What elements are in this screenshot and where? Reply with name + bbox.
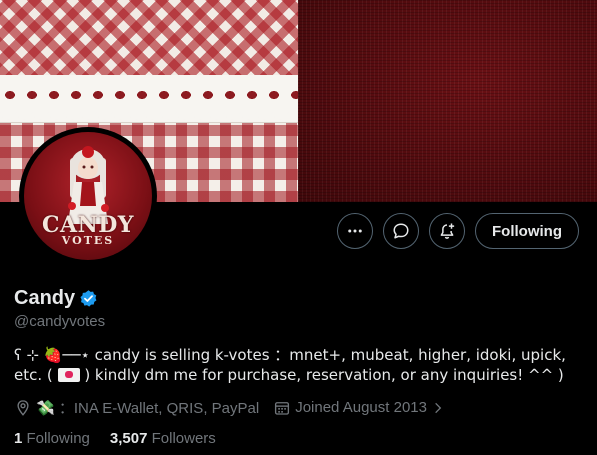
avatar[interactable]: CANDY VOTES bbox=[19, 127, 157, 265]
notify-button[interactable] bbox=[429, 213, 466, 249]
display-name: Candy bbox=[14, 287, 76, 309]
chevron-right-icon[interactable] bbox=[431, 401, 445, 415]
location-item: 💸 ：INA E-Wallet, QRIS, PayPal bbox=[14, 397, 259, 418]
joined-text: Joined August 2013 bbox=[295, 399, 427, 416]
profile-stats: 1 Following 3,507 Followers bbox=[14, 430, 216, 447]
following-stat[interactable]: 1 Following bbox=[14, 430, 90, 447]
following-button[interactable]: Following bbox=[475, 213, 579, 249]
bio-text-end: ) kindly dm me for purchase, reservation… bbox=[84, 366, 564, 384]
location-text: 💸 ：INA E-Wallet, QRIS, PayPal bbox=[36, 400, 260, 417]
following-label: Following bbox=[26, 430, 90, 447]
followers-label: Followers bbox=[151, 430, 216, 447]
banner-red-fabric bbox=[298, 0, 597, 202]
avatar-subtitle-text: VOTES bbox=[61, 234, 115, 247]
profile-handle: @candyvotes bbox=[14, 313, 106, 330]
location-icon bbox=[17, 399, 29, 416]
love-letter-icon bbox=[57, 368, 80, 382]
more-icon bbox=[348, 229, 362, 233]
name-row: Candy bbox=[14, 287, 98, 310]
more-button[interactable] bbox=[337, 213, 374, 249]
notification-add-icon bbox=[440, 223, 455, 239]
banner-gingham-top bbox=[0, 0, 298, 75]
joined-item: Joined August 2013 bbox=[273, 399, 445, 417]
message-button[interactable] bbox=[383, 213, 420, 249]
message-icon bbox=[393, 223, 409, 239]
verified-badge-icon[interactable] bbox=[79, 289, 98, 308]
banner-lace-scallop bbox=[0, 112, 298, 126]
profile-bio: ʕ ⊹ 🍓──⋆ candy is selling k-votes ：mnet+… bbox=[14, 345, 584, 385]
followers-count: 3,507 bbox=[109, 430, 148, 447]
following-count: 1 bbox=[14, 430, 23, 447]
followers-stat[interactable]: 3,507 Followers bbox=[110, 430, 216, 447]
banner-lace-holes bbox=[0, 88, 298, 102]
profile-meta: 💸 ：INA E-Wallet, QRIS, PayPal Joined Aug… bbox=[14, 397, 445, 418]
calendar-icon bbox=[275, 401, 290, 415]
avatar-image: CANDY VOTES bbox=[24, 132, 152, 260]
profile-actions: Following bbox=[337, 213, 579, 249]
